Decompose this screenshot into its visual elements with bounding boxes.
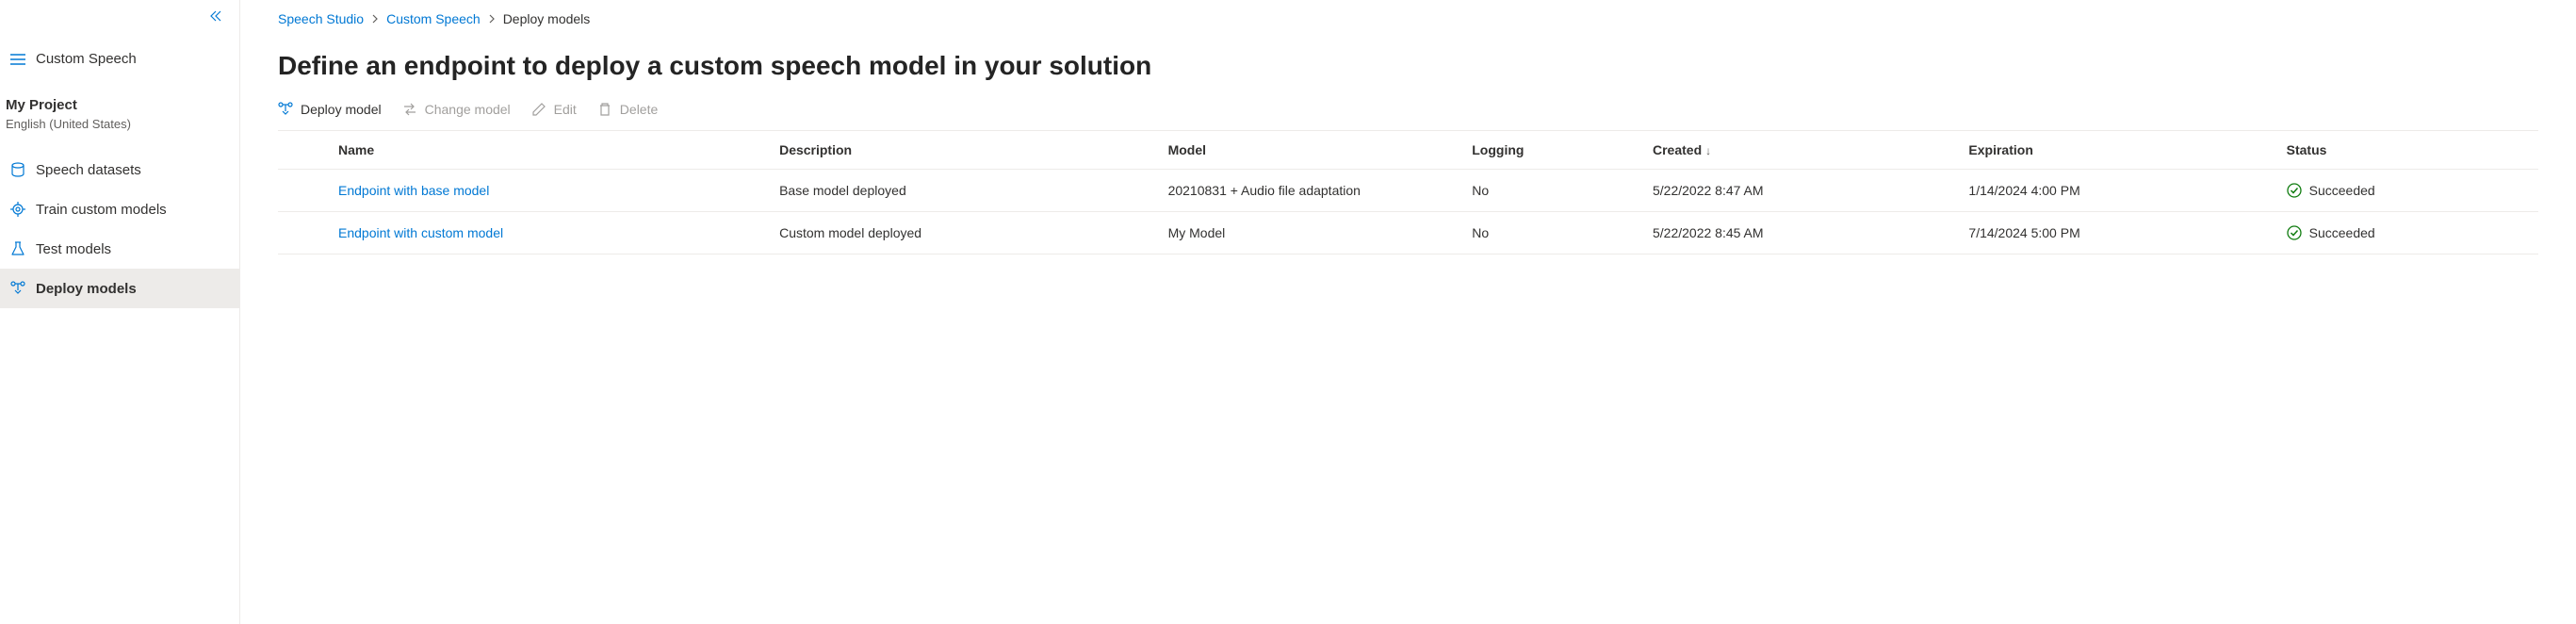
cell-status: Succeeded xyxy=(2274,212,2538,255)
gear-model-icon xyxy=(9,201,26,218)
cell-name: Endpoint with custom model xyxy=(325,212,766,255)
column-description[interactable]: Description xyxy=(766,131,1155,170)
cell-logging: No xyxy=(1459,212,1639,255)
toolbar-label: Delete xyxy=(620,102,658,117)
list-icon xyxy=(9,53,26,66)
row-select-cell[interactable] xyxy=(278,170,325,212)
toolbar: Deploy model Change model Edit Delete xyxy=(278,102,2538,130)
delete-button: Delete xyxy=(597,102,658,117)
column-logging[interactable]: Logging xyxy=(1459,131,1639,170)
cell-logging: No xyxy=(1459,170,1639,212)
sidebar: Custom Speech My Project English (United… xyxy=(0,0,240,624)
main-content: Speech Studio Custom Speech Deploy model… xyxy=(240,0,2576,624)
sidebar-top-link[interactable]: Custom Speech xyxy=(0,41,239,76)
column-model[interactable]: Model xyxy=(1155,131,1459,170)
cell-status: Succeeded xyxy=(2274,170,2538,212)
column-created[interactable]: Created↓ xyxy=(1639,131,1955,170)
breadcrumb-current: Deploy models xyxy=(503,11,591,26)
cell-expiration: 7/14/2024 5:00 PM xyxy=(1955,212,2273,255)
chevron-right-icon xyxy=(371,14,379,24)
success-icon xyxy=(2287,183,2302,198)
sidebar-item-speech-datasets[interactable]: Speech datasets xyxy=(0,150,239,189)
status-text: Succeeded xyxy=(2309,225,2375,240)
project-block: My Project English (United States) xyxy=(0,76,239,140)
toolbar-label: Change model xyxy=(425,102,511,117)
endpoint-link[interactable]: Endpoint with base model xyxy=(338,183,489,198)
column-label: Model xyxy=(1168,142,1206,157)
sort-down-icon: ↓ xyxy=(1705,144,1711,157)
swap-icon xyxy=(402,102,417,117)
column-name[interactable]: Name xyxy=(325,131,766,170)
breadcrumb-link-custom-speech[interactable]: Custom Speech xyxy=(386,11,481,26)
endpoint-link[interactable]: Endpoint with custom model xyxy=(338,225,503,240)
database-icon xyxy=(9,161,26,178)
sidebar-item-test-models[interactable]: Test models xyxy=(0,229,239,269)
project-name: My Project xyxy=(6,97,226,113)
deploy-icon xyxy=(9,280,26,297)
column-status[interactable]: Status xyxy=(2274,131,2538,170)
column-select xyxy=(278,131,325,170)
sidebar-item-label: Train custom models xyxy=(36,202,167,218)
cell-description: Base model deployed xyxy=(766,170,1155,212)
nav-list: Speech datasets Train custom models Test… xyxy=(0,150,239,308)
toolbar-label: Deploy model xyxy=(301,102,382,117)
sidebar-item-train-models[interactable]: Train custom models xyxy=(0,189,239,229)
chevron-right-icon xyxy=(488,14,496,24)
cell-expiration: 1/14/2024 4:00 PM xyxy=(1955,170,2273,212)
row-select-cell[interactable] xyxy=(278,212,325,255)
column-expiration[interactable]: Expiration xyxy=(1955,131,2273,170)
column-label: Created xyxy=(1653,142,1702,157)
breadcrumb-link-speech-studio[interactable]: Speech Studio xyxy=(278,11,364,26)
column-label: Name xyxy=(338,142,374,157)
cell-created: 5/22/2022 8:45 AM xyxy=(1639,212,1955,255)
toolbar-label: Edit xyxy=(554,102,577,117)
sidebar-item-label: Test models xyxy=(36,241,111,257)
table-row[interactable]: Endpoint with base model Base model depl… xyxy=(278,170,2538,212)
change-model-button: Change model xyxy=(402,102,511,117)
column-label: Expiration xyxy=(1968,142,2032,157)
sidebar-item-deploy-models[interactable]: Deploy models xyxy=(0,269,239,308)
column-label: Status xyxy=(2287,142,2327,157)
cell-created: 5/22/2022 8:47 AM xyxy=(1639,170,1955,212)
flask-icon xyxy=(9,240,26,257)
column-label: Logging xyxy=(1472,142,1524,157)
cell-name: Endpoint with base model xyxy=(325,170,766,212)
project-language: English (United States) xyxy=(6,117,226,131)
sidebar-item-label: Deploy models xyxy=(36,281,137,297)
status-text: Succeeded xyxy=(2309,183,2375,198)
sidebar-item-label: Speech datasets xyxy=(36,162,141,178)
success-icon xyxy=(2287,225,2302,240)
collapse-sidebar-button[interactable] xyxy=(209,9,222,23)
cell-description: Custom model deployed xyxy=(766,212,1155,255)
cell-model: My Model xyxy=(1155,212,1459,255)
chevron-double-left-icon xyxy=(209,9,222,23)
deploy-model-button[interactable]: Deploy model xyxy=(278,102,382,117)
edit-icon xyxy=(531,102,546,117)
delete-icon xyxy=(597,102,612,117)
table-row[interactable]: Endpoint with custom model Custom model … xyxy=(278,212,2538,255)
edit-button: Edit xyxy=(531,102,577,117)
breadcrumb: Speech Studio Custom Speech Deploy model… xyxy=(278,11,2538,43)
deploy-icon xyxy=(278,102,293,117)
column-label: Description xyxy=(779,142,852,157)
endpoints-table: Name Description Model Logging Created↓ … xyxy=(278,130,2538,255)
sidebar-top-label: Custom Speech xyxy=(36,51,137,67)
cell-model: 20210831 + Audio file adaptation xyxy=(1155,170,1459,212)
page-title: Define an endpoint to deploy a custom sp… xyxy=(278,43,2538,102)
